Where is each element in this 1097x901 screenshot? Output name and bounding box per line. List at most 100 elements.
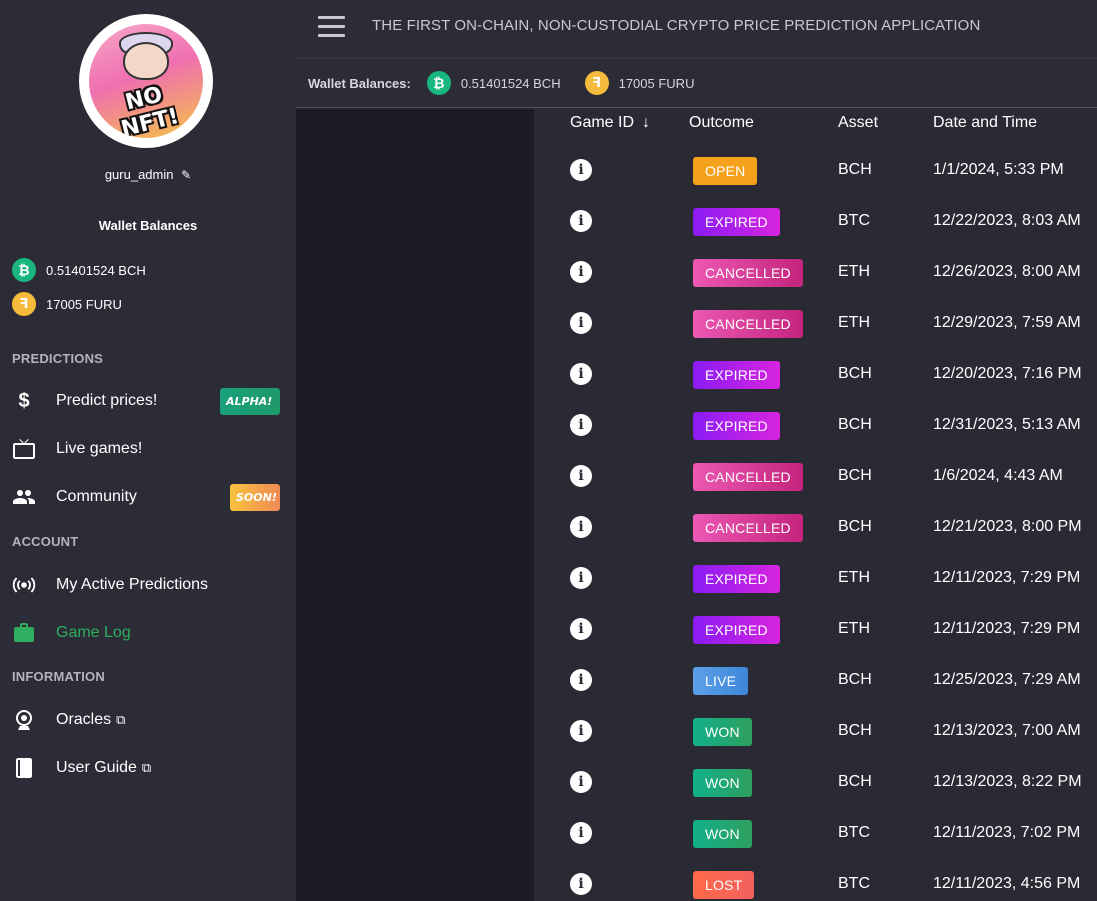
column-header-game-id[interactable]: Game ID ↓ [570,114,650,132]
app-title: THE FIRST ON-CHAIN, NON-CUSTODIAL CRYPTO… [372,17,981,34]
top-app-bar: THE FIRST ON-CHAIN, NON-CUSTODIAL CRYPTO… [296,0,1097,59]
info-icon[interactable]: i [570,363,592,385]
sidebar-item-my-active-predictions[interactable]: My Active Predictions [0,561,296,609]
briefcase-icon [12,621,36,645]
outcome-chip: LOST [693,871,755,899]
date-cell: 12/29/2023, 7:59 AM [933,314,1081,331]
date-cell: 12/11/2023, 7:02 PM [933,824,1081,841]
outcome-chip: WON [693,769,752,797]
sidebar-item-game-log[interactable]: Game Log [0,609,296,657]
asset-cell: BTC [838,875,870,892]
avatar-head [123,42,169,80]
section-information: INFORMATION [12,669,105,684]
asset-cell: BCH [838,416,872,433]
asset-cell: BCH [838,365,872,382]
info-icon[interactable]: i [570,822,592,844]
book-icon [12,756,36,780]
date-cell: 12/11/2023, 7:29 PM [933,569,1081,586]
date-cell: 12/21/2023, 8:00 PM [933,518,1082,535]
broadcast-icon [12,573,36,597]
game-log-table: Game ID ↓ Outcome Asset Date and Time i O… [534,109,1097,901]
table-row: i LOST BTC 12/11/2023, 4:56 PM [534,860,1097,901]
soon-badge: SOON! [230,484,280,511]
asset-cell: BCH [838,722,872,739]
outcome-chip: EXPIRED [693,412,780,440]
hamburger-menu-icon[interactable] [318,16,346,38]
sidebar: NO NFT! guru_admin ✎ Wallet Balances ₿ 0… [0,0,296,901]
outcome-chip: WON [693,820,752,848]
bch-coin-icon: ₿ [426,71,451,95]
asset-cell: BCH [838,518,872,535]
column-header-label: Game ID [570,114,635,131]
outcome-chip: CANCELLED [693,259,803,287]
info-icon[interactable]: i [570,261,592,283]
wallet-furu-text: 17005 FURU [618,75,695,91]
asset-cell: BCH [838,773,872,790]
info-icon[interactable]: i [570,873,592,895]
sidebar-balance-bch-text: 0.51401524 BCH [46,262,146,278]
sidebar-item-live-games[interactable]: Live games! [0,425,296,473]
avatar[interactable]: NO NFT! [79,14,213,148]
info-icon[interactable]: i [570,210,592,232]
date-cell: 12/11/2023, 4:56 PM [933,875,1081,892]
table-row: i EXPIRED BCH 12/20/2023, 7:16 PM [534,350,1097,401]
edit-username-icon[interactable]: ✎ [181,168,191,182]
info-icon[interactable]: i [570,414,592,436]
external-link-icon: ⧉ [141,760,152,775]
date-cell: 12/22/2023, 8:03 AM [933,212,1081,229]
table-row: i CANCELLED ETH 12/26/2023, 8:00 AM [534,248,1097,299]
sidebar-item-label: Game Log [56,624,131,641]
info-icon[interactable]: i [570,465,592,487]
info-icon[interactable]: i [570,516,592,538]
table-row: i WON BCH 12/13/2023, 8:22 PM [534,758,1097,809]
username-row: guru_admin ✎ [0,167,296,182]
column-header-asset[interactable]: Asset [838,114,878,132]
sidebar-item-community[interactable]: Community SOON! [0,473,296,521]
asset-cell: BCH [838,161,872,178]
table-row: i EXPIRED ETH 12/11/2023, 7:29 PM [534,605,1097,656]
asset-cell: ETH [838,620,870,637]
info-icon[interactable]: i [570,720,592,742]
sidebar-balance-furu: ꟻ 17005 FURU [12,292,122,316]
furu-coin-icon: ꟻ [584,71,609,95]
table-row: i OPEN BCH 1/1/2024, 5:33 PM [534,146,1097,197]
sidebar-balance-bch: ₿ 0.51401524 BCH [12,258,146,282]
wallet-balances-label: Wallet Balances: [308,75,411,91]
sidebar-item-predict-prices[interactable]: $ Predict prices! ALPHA! [0,377,296,425]
sort-descending-icon: ↓ [642,114,651,131]
info-icon[interactable]: i [570,567,592,589]
date-cell: 12/11/2023, 7:29 PM [933,620,1081,637]
alpha-badge: ALPHA! [220,388,280,415]
people-icon [12,485,36,509]
date-cell: 1/6/2024, 4:43 AM [933,467,1063,484]
date-cell: 12/13/2023, 8:22 PM [933,773,1082,790]
column-header-outcome[interactable]: Outcome [689,114,754,132]
date-cell: 12/25/2023, 7:29 AM [933,671,1081,688]
wallet-bch-balance: ₿ 0.51401524 BCH [426,71,561,95]
outcome-chip: EXPIRED [693,616,780,644]
asset-cell: ETH [838,314,870,331]
column-header-date[interactable]: Date and Time [933,114,1037,132]
sidebar-item-user-guide[interactable]: User Guide ⧉ [0,744,296,792]
info-icon[interactable]: i [570,771,592,793]
outcome-chip: CANCELLED [693,310,803,338]
date-cell: 12/13/2023, 7:00 AM [933,722,1081,739]
wallet-furu-balance: ꟻ 17005 FURU [584,71,695,95]
info-icon[interactable]: i [570,312,592,334]
tv-icon [12,437,36,461]
sidebar-item-label: Community [56,488,137,505]
table-row: i WON BCH 12/13/2023, 7:00 AM [534,707,1097,758]
info-icon[interactable]: i [570,159,592,181]
table-row: i WON BTC 12/11/2023, 7:02 PM [534,809,1097,860]
info-icon[interactable]: i [570,618,592,640]
outcome-chip: EXPIRED [693,208,780,236]
table-row: i LIVE BCH 12/25/2023, 7:29 AM [534,656,1097,707]
sidebar-balance-furu-text: 17005 FURU [46,296,122,312]
date-cell: 12/26/2023, 8:00 AM [933,263,1081,280]
asset-cell: ETH [838,569,870,586]
sidebar-item-oracles[interactable]: Oracles ⧉ [0,696,296,744]
outcome-chip: WON [693,718,752,746]
webcam-icon [12,708,36,732]
info-icon[interactable]: i [570,669,592,691]
furu-coin-icon: ꟻ [12,292,36,316]
